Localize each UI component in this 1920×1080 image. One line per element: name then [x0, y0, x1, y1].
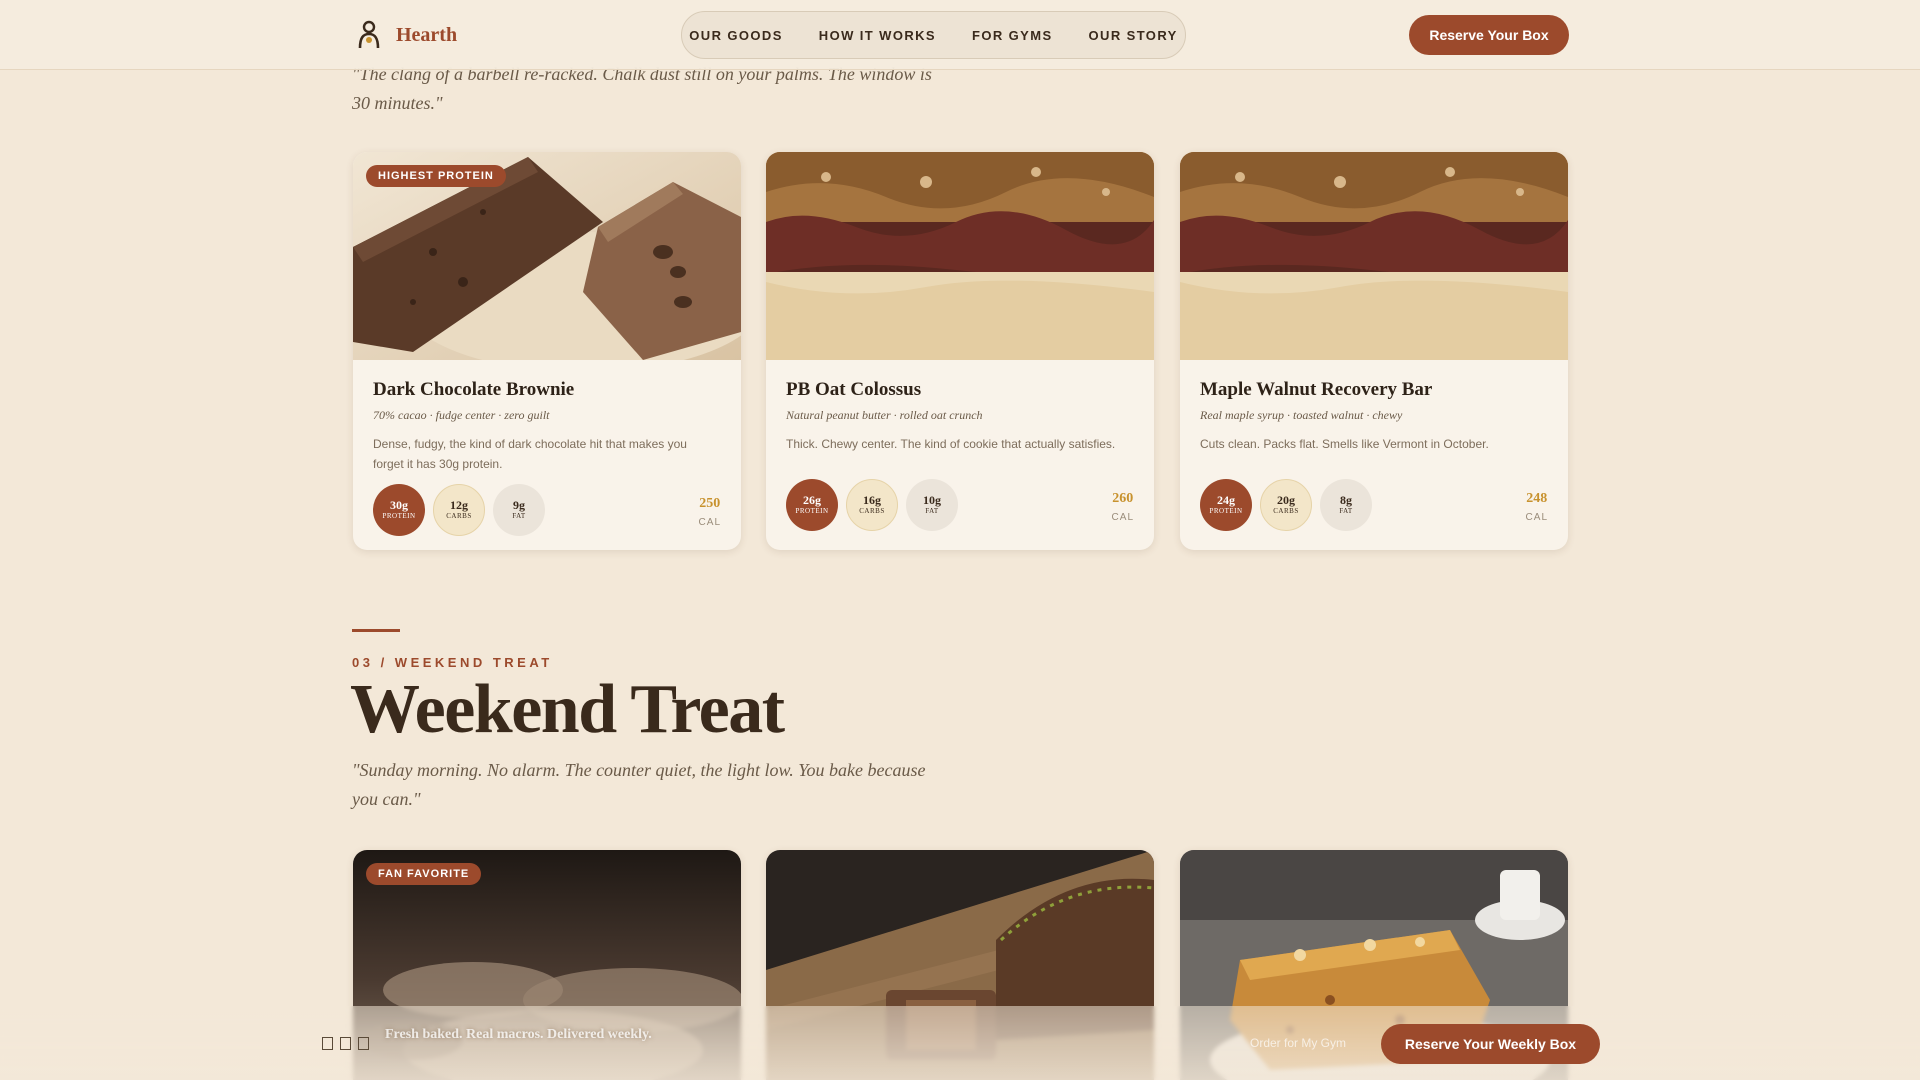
macro-carbs: 12g CARBS — [433, 484, 485, 536]
product-tagline: Natural peanut butter · rolled oat crunc… — [786, 408, 983, 422]
calorie-value: 250 — [699, 496, 721, 511]
nav-our-goods[interactable]: OUR GOODS — [689, 28, 783, 43]
carousel-dots — [322, 1037, 369, 1050]
carbs-label: CARBS — [446, 512, 472, 520]
protein-value: 26g — [803, 493, 821, 507]
product-description: Dense, fudgy, the kind of dark chocolate… — [373, 437, 687, 471]
calories: 250 CAL — [699, 496, 721, 528]
protein-label: PROTEIN — [382, 512, 416, 520]
calories: 260 CAL — [1112, 491, 1134, 523]
product-card[interactable]: HIGHEST PROTEIN Dark Chocolate Brownie 7… — [353, 152, 741, 550]
nav-our-story[interactable]: OUR STORY — [1089, 28, 1178, 43]
chef-person-icon — [358, 20, 380, 49]
macro-carbs: 16g CARBS — [846, 479, 898, 531]
fat-value: 10g — [923, 493, 941, 507]
macro-fat: 8g FAT — [1320, 479, 1372, 531]
section-divider — [352, 629, 400, 632]
section-title: Weekend Treat — [350, 671, 785, 748]
nav-for-gyms[interactable]: FOR GYMS — [972, 28, 1053, 43]
order-for-gym-link[interactable]: Order for My Gym — [1250, 1036, 1346, 1050]
protein-label: PROTEIN — [1209, 507, 1243, 515]
fat-label: FAT — [512, 512, 526, 520]
fat-value: 8g — [1340, 493, 1352, 507]
calorie-value: 260 — [1112, 491, 1134, 506]
product-tagline: 70% cacao · fudge center · zero guilt — [373, 408, 550, 422]
product-tagline: Real maple syrup · toasted walnut · chew… — [1200, 408, 1403, 422]
product-card[interactable]: Maple Walnut Recovery Bar Real maple syr… — [1180, 152, 1568, 550]
product-title: Dark Chocolate Brownie — [373, 379, 575, 400]
fat-label: FAT — [1339, 507, 1353, 515]
fat-value: 9g — [513, 498, 525, 512]
badge-fan-favorite: FAN FAVORITE — [366, 863, 482, 885]
reserve-weekly-box-button[interactable]: Reserve Your Weekly Box — [1381, 1024, 1600, 1064]
carbs-value: 12g — [450, 498, 468, 512]
protein-label: PROTEIN — [795, 507, 829, 515]
logo[interactable]: Hearth — [352, 18, 457, 52]
macro-protein: 26g PROTEIN — [786, 479, 838, 531]
product-description: Thick. Chewy center. The kind of cookie … — [786, 437, 1116, 451]
brand-name: Hearth — [396, 23, 458, 46]
product-image-brownie: HIGHEST PROTEIN — [353, 152, 741, 360]
product-card[interactable]: PB Oat Colossus Natural peanut butter · … — [766, 152, 1154, 550]
carousel-dot-icon[interactable] — [340, 1037, 351, 1050]
carbs-value: 20g — [1277, 493, 1295, 507]
carbs-value: 16g — [863, 493, 881, 507]
calorie-label: CAL — [698, 517, 721, 528]
macro-list: 26g PROTEIN 16g CARBS 10g FAT — [786, 479, 958, 531]
product-image-pb-oat — [766, 152, 1154, 360]
sticky-bottom-bar — [0, 1006, 1920, 1080]
macro-carbs: 20g CARBS — [1260, 479, 1312, 531]
site-header: Hearth OUR GOODS HOW IT WORKS FOR GYMS O… — [0, 0, 1920, 70]
carbs-label: CARBS — [1273, 507, 1299, 515]
macro-list: 24g PROTEIN 20g CARBS 8g FAT — [1200, 479, 1372, 531]
bottom-bar-tagline: Fresh baked. Real macros. Delivered week… — [385, 1027, 652, 1042]
carousel-dot-icon[interactable] — [322, 1037, 333, 1050]
macro-protein: 30g PROTEIN — [373, 484, 425, 536]
macro-fat: 10g FAT — [906, 479, 958, 531]
main-nav: OUR GOODS HOW IT WORKS FOR GYMS OUR STOR… — [681, 11, 1186, 59]
product-description: Cuts clean. Packs flat. Smells like Verm… — [1200, 437, 1489, 451]
reserve-box-button[interactable]: Reserve Your Box — [1409, 15, 1569, 55]
fat-label: FAT — [925, 507, 939, 515]
calorie-label: CAL — [1111, 512, 1134, 523]
carousel-dot-icon[interactable] — [358, 1037, 369, 1050]
calorie-label: CAL — [1525, 512, 1548, 523]
product-title: Maple Walnut Recovery Bar — [1200, 379, 1433, 400]
badge-highest-protein: HIGHEST PROTEIN — [366, 165, 506, 187]
macro-fat: 9g FAT — [493, 484, 545, 536]
protein-value: 24g — [1217, 493, 1235, 507]
product-title: PB Oat Colossus — [786, 379, 922, 400]
macro-list: 30g PROTEIN 12g CARBS 9g FAT — [373, 484, 545, 536]
calories: 248 CAL — [1526, 491, 1548, 523]
protein-value: 30g — [390, 498, 408, 512]
carbs-label: CARBS — [859, 507, 885, 515]
macro-protein: 24g PROTEIN — [1200, 479, 1252, 531]
nav-how-it-works[interactable]: HOW IT WORKS — [819, 28, 936, 43]
calorie-value: 248 — [1526, 491, 1548, 506]
section-quote: "Sunday morning. No alarm. The counter q… — [352, 760, 926, 809]
product-image-maple-walnut — [1180, 152, 1568, 360]
